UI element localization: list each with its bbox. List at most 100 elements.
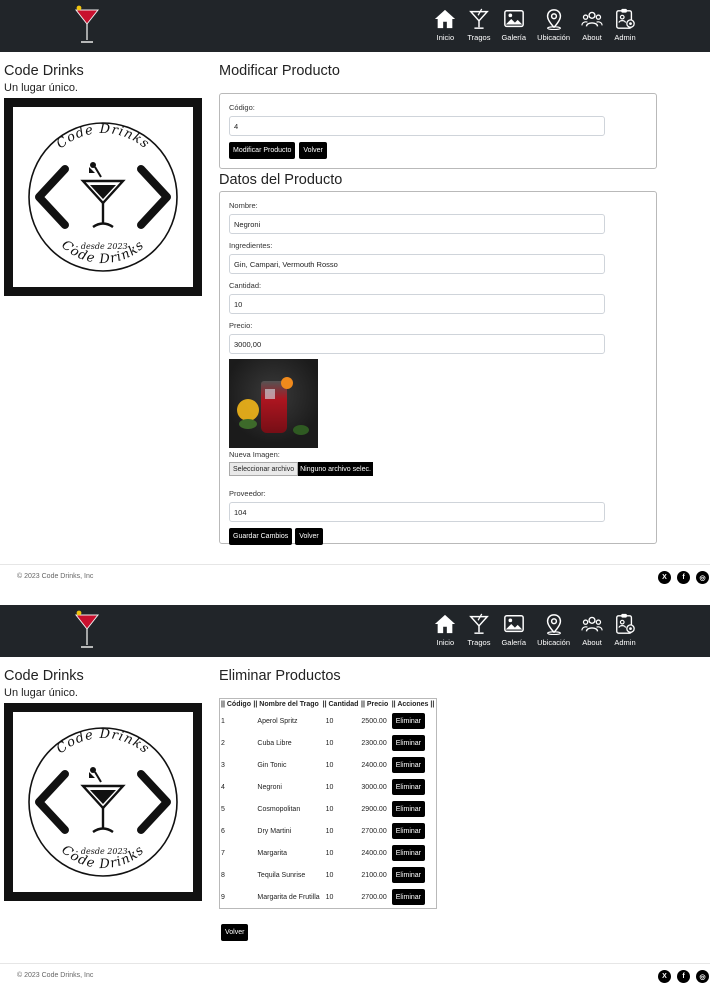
- cocktail-icon: [468, 613, 490, 635]
- logo-since-text: - desde 2023-: [76, 847, 131, 856]
- nav-item-label: Ubicación: [537, 638, 570, 647]
- nav-item-tragos[interactable]: Tragos: [467, 8, 490, 42]
- brand-logo: Code Drinks Code Drinks - desde 2023-: [4, 703, 202, 901]
- nav-item-label: Galería: [501, 33, 527, 42]
- main-delete: Eliminar Productos || Código || Nombre d…: [219, 667, 437, 941]
- x-twitter-icon[interactable]: X: [658, 571, 671, 584]
- delete-button[interactable]: Eliminar: [391, 867, 426, 883]
- cell-price: 2700.00: [361, 893, 387, 901]
- gallery-icon: [503, 8, 525, 30]
- delete-back-button[interactable]: Volver: [221, 924, 249, 941]
- cell-code: 7: [221, 849, 225, 857]
- nav-item-galeria[interactable]: Galería: [501, 613, 526, 647]
- table-row: 2 Cuba Libre 10 2300.00 Eliminar: [220, 732, 436, 754]
- details-back-button[interactable]: Volver: [295, 528, 323, 545]
- facebook-icon[interactable]: f: [677, 970, 690, 983]
- nav-item-tragos[interactable]: Tragos: [467, 613, 490, 647]
- footer-divider: [0, 963, 710, 964]
- nav-item-galeria[interactable]: Galería: [501, 8, 526, 42]
- ingredients-input[interactable]: Gin, Campari, Vermouth Rosso: [229, 254, 605, 274]
- cell-actions: Eliminar: [391, 710, 436, 732]
- users-icon: [581, 613, 603, 635]
- social-links: X f ◎: [658, 970, 709, 983]
- nav-item-label: Inicio: [436, 33, 455, 42]
- code-input[interactable]: 4: [229, 116, 605, 136]
- cocktail-logo-icon[interactable]: [74, 4, 100, 46]
- cell-price: 2400.00: [361, 761, 387, 769]
- code-drinks-badge-icon: Code Drinks Code Drinks - desde 2023-: [13, 712, 193, 892]
- modify-back-button[interactable]: Volver: [299, 142, 327, 159]
- nav-item-label: Galería: [501, 638, 527, 647]
- cell-name: Aperol Spritz: [257, 717, 298, 725]
- cell-quantity: 10: [325, 739, 334, 747]
- nav-item-admin[interactable]: Admin: [614, 613, 636, 647]
- nav-item-inicio[interactable]: Inicio: [434, 8, 456, 42]
- nav-item-about[interactable]: About: [581, 613, 603, 647]
- table-row: 3 Gin Tonic 10 2400.00 Eliminar: [220, 754, 436, 776]
- cell-code: 3: [221, 761, 225, 769]
- cell-name: Margarita de Frutilla: [257, 893, 320, 901]
- cell-quantity: 10: [325, 805, 334, 813]
- facebook-icon[interactable]: f: [677, 571, 690, 584]
- cocktail-logo-icon[interactable]: [74, 609, 100, 651]
- delete-button[interactable]: Eliminar: [391, 889, 426, 905]
- instagram-icon[interactable]: ◎: [696, 970, 709, 983]
- table-row: 4 Negroni 10 3000.00 Eliminar: [220, 776, 436, 798]
- product-image: [229, 359, 318, 448]
- column-header-actions: || Acciones ||: [391, 701, 435, 708]
- supplier-input[interactable]: 104: [229, 502, 605, 522]
- main-modify: Modificar Producto Código: 4 Modificar P…: [219, 62, 657, 545]
- cell-quantity: 10: [325, 717, 334, 725]
- modify-product-button[interactable]: Modificar Producto: [229, 142, 296, 159]
- site-title: Code Drinks: [4, 63, 84, 79]
- delete-button[interactable]: Eliminar: [391, 779, 426, 795]
- modify-heading: Modificar Producto: [219, 63, 340, 79]
- delete-button[interactable]: Eliminar: [391, 713, 426, 729]
- delete-button[interactable]: Eliminar: [391, 823, 426, 839]
- admin-clipboard-icon: [614, 613, 636, 635]
- navbar: Inicio Tragos Galería Ubicación About Ad…: [0, 605, 710, 657]
- cell-name: Cosmopolitan: [257, 805, 301, 813]
- name-input[interactable]: Negroni: [229, 214, 605, 234]
- svg-text:Code Drinks: Code Drinks: [54, 727, 152, 757]
- price-label: Precio:: [229, 321, 253, 330]
- nav-item-label: About: [582, 33, 602, 42]
- home-icon: [434, 8, 456, 30]
- products-table: || Código || Nombre del Trago || Cantida…: [219, 698, 437, 909]
- code-drinks-badge-icon: Code Drinks Code Drinks - desde 2023-: [13, 107, 193, 287]
- nav-item-admin[interactable]: Admin: [614, 8, 636, 42]
- choose-file-button[interactable]: Seleccionar archivo: [229, 462, 299, 476]
- cell-quantity: 10: [325, 871, 334, 879]
- save-changes-button[interactable]: Guardar Cambios: [229, 528, 293, 545]
- cell-price: 2400.00: [361, 849, 387, 857]
- delete-button[interactable]: Eliminar: [391, 845, 426, 861]
- nav-item-about[interactable]: About: [581, 8, 603, 42]
- quantity-input[interactable]: 10: [229, 294, 605, 314]
- social-links: X f ◎: [658, 571, 709, 584]
- delete-button[interactable]: Eliminar: [391, 735, 426, 751]
- instagram-icon[interactable]: ◎: [696, 571, 709, 584]
- table-row: 8 Tequila Sunrise 10 2100.00 Eliminar: [220, 864, 436, 886]
- cell-actions: Eliminar: [391, 776, 436, 798]
- new-image-label: Nueva Imagen:: [229, 450, 280, 459]
- nav-item-ubicacion[interactable]: Ubicación: [537, 613, 570, 647]
- cell-code: 8: [221, 871, 225, 879]
- cell-price: 2100.00: [361, 871, 387, 879]
- name-label: Nombre:: [229, 201, 258, 210]
- delete-button[interactable]: Eliminar: [391, 757, 426, 773]
- site-subtitle: Un lugar único.: [4, 687, 78, 699]
- nav-item-label: Admin: [614, 638, 636, 647]
- nav-item-label: Ubicación: [537, 33, 570, 42]
- cell-quantity: 10: [325, 893, 334, 901]
- x-twitter-icon[interactable]: X: [658, 970, 671, 983]
- logo-text-top: Code Drinks: [54, 727, 151, 757]
- nav-item-ubicacion[interactable]: Ubicación: [537, 8, 570, 42]
- nav-item-inicio[interactable]: Inicio: [434, 613, 456, 647]
- sidebar: Code Drinks Un lugar único. Code Drinks …: [4, 62, 204, 296]
- delete-heading: Eliminar Productos: [219, 668, 341, 684]
- cell-actions: Eliminar: [391, 886, 436, 908]
- price-input[interactable]: 3000,00: [229, 334, 605, 354]
- footer-copyright: © 2023 Code Drinks, Inc: [17, 573, 94, 580]
- sidebar: Code Drinks Un lugar único. Code Drinks …: [4, 667, 204, 901]
- delete-button[interactable]: Eliminar: [391, 801, 426, 817]
